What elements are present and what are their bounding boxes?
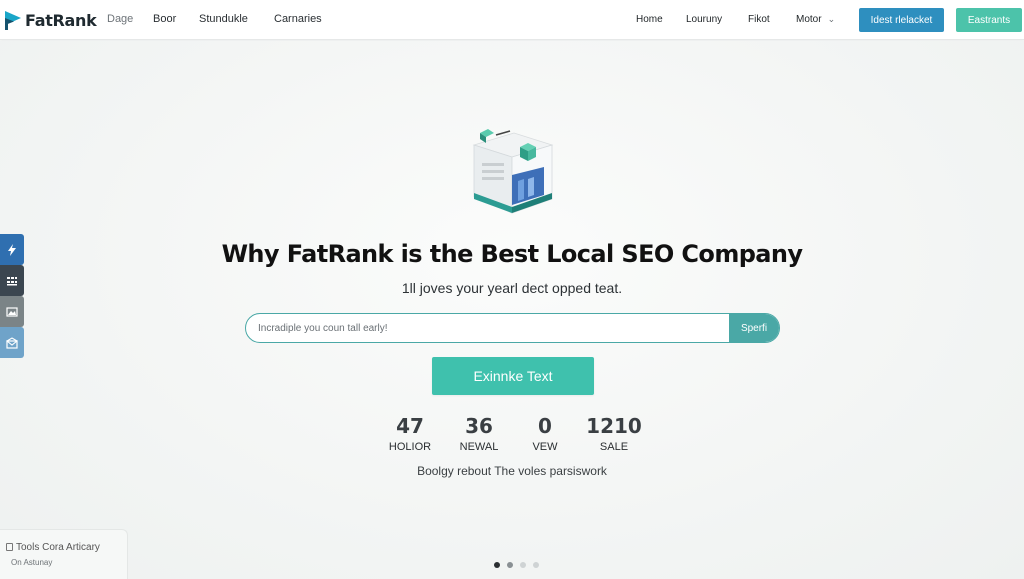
- lock-icon: [6, 543, 13, 551]
- stat-item: 0 VEW: [515, 414, 575, 453]
- side-tab-lightning[interactable]: [0, 234, 24, 265]
- server-box-illustration: [472, 129, 554, 214]
- stat-item: 47 HOLIOR: [380, 414, 440, 453]
- carousel-dot[interactable]: [494, 562, 500, 568]
- image-icon: [6, 306, 18, 317]
- logo-text: FatRank: [25, 10, 97, 30]
- carousel-dot[interactable]: [507, 562, 513, 568]
- stat-label: VEW: [532, 441, 558, 453]
- side-tab-mail[interactable]: [0, 327, 24, 358]
- footer-title: Tools Cora Articary: [6, 542, 100, 553]
- carousel-dots: [494, 562, 539, 568]
- secondary-header-button[interactable]: Eastrants: [956, 8, 1022, 32]
- stat-value: 47: [396, 414, 424, 438]
- nav-link-stundukle[interactable]: Stundukle: [199, 13, 248, 25]
- stat-value: 0: [538, 414, 552, 438]
- lightning-icon: [8, 243, 16, 256]
- hero-tagline: Boolgy rebout The voles parsiswork: [417, 464, 607, 478]
- nav-dropdown-label: Motor: [796, 14, 822, 25]
- fatrank-logo[interactable]: FatRank: [4, 9, 97, 31]
- stat-value: 36: [465, 414, 493, 438]
- hero-subtitle: 1ll joves your yearl dect opped teat.: [401, 280, 623, 296]
- nav-link-boor[interactable]: Boor: [153, 13, 176, 25]
- nav-dropdown-motor[interactable]: Motor ⌄: [796, 14, 835, 25]
- stat-label: SALE: [599, 441, 629, 453]
- footer-title-text: Tools Cora Articary: [16, 542, 100, 553]
- nav-link-louruny[interactable]: Louruny: [686, 14, 722, 25]
- carousel-dot[interactable]: [533, 562, 539, 568]
- footer-info-card[interactable]: Tools Cora Articary On Astunay: [0, 529, 128, 579]
- hero-cta-button[interactable]: Exinnke Text: [432, 357, 594, 395]
- stat-item: 1210 SALE: [579, 414, 649, 453]
- stat-label: HOLIOR: [388, 441, 432, 453]
- stat-value: 1210: [586, 414, 642, 438]
- primary-header-button[interactable]: Idest rlelacket: [859, 8, 944, 32]
- footer-subtitle: On Astunay: [11, 558, 53, 567]
- search-button[interactable]: Sperfi: [729, 314, 779, 342]
- nav-link-carnaries[interactable]: Carnaries: [274, 13, 322, 25]
- side-tab-image[interactable]: [0, 296, 24, 327]
- nav-link-fikot[interactable]: Fikot: [748, 14, 770, 25]
- logo-icon: [5, 11, 21, 30]
- nav-link-home[interactable]: Home: [636, 14, 663, 25]
- nav-link-dage[interactable]: Dage: [107, 13, 133, 25]
- chevron-down-icon: ⌄: [827, 14, 836, 24]
- stat-label: NEWAL: [459, 441, 499, 453]
- side-social-tabs: [0, 234, 24, 358]
- hero-title: Why FatRank is the Best Local SEO Compan…: [221, 240, 803, 268]
- mail-icon: [6, 336, 18, 349]
- stat-item: 36 NEWAL: [449, 414, 509, 453]
- carousel-dot[interactable]: [520, 562, 526, 568]
- side-tab-grid[interactable]: [0, 265, 24, 296]
- hero-section: [0, 41, 1024, 579]
- top-navigation-bar: FatRank Dage Boor Stundukle Carnaries Ho…: [0, 0, 1024, 40]
- search-bar: Sperfi: [245, 313, 780, 343]
- grid-icon: [7, 276, 17, 285]
- search-input[interactable]: [246, 314, 730, 342]
